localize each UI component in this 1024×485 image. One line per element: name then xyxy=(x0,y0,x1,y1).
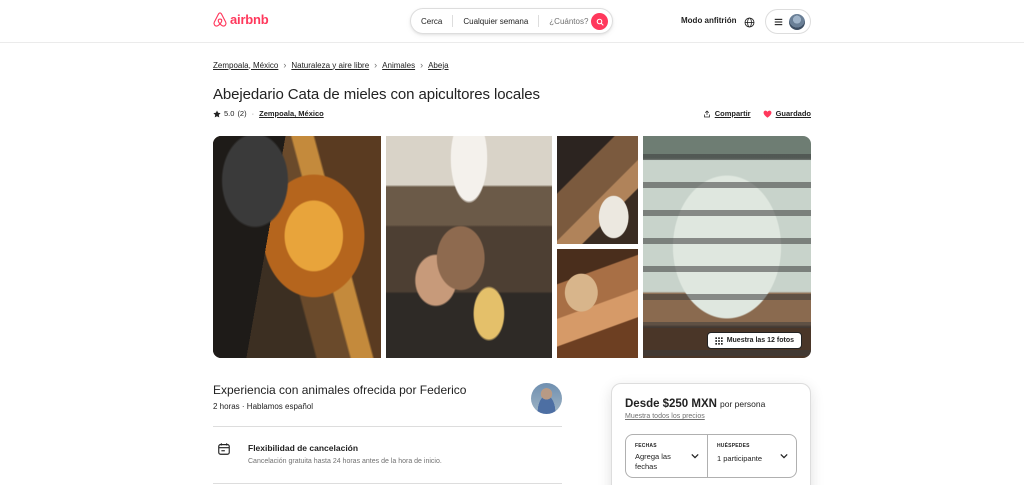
search-dates[interactable]: Cualquier semana xyxy=(453,17,538,26)
logo-text: airbnb xyxy=(230,12,269,27)
price-unit: por persona xyxy=(720,399,766,409)
price-amount: $250 MXN xyxy=(662,398,717,410)
cancellation-title: Flexibilidad de cancelación xyxy=(248,443,359,453)
breadcrumb-item[interactable]: Abeja xyxy=(428,61,448,70)
photo-gallery: Muestra las 12 fotos xyxy=(213,136,811,358)
breadcrumb-item[interactable]: Zempoala, México xyxy=(213,61,278,70)
page-title: Abejedario Cata de mieles con apicultore… xyxy=(213,86,540,103)
globe-icon xyxy=(744,17,755,28)
share-icon xyxy=(703,109,710,117)
chevron-right-icon: › xyxy=(283,60,287,70)
experience-details: 2 horas · Hablamos español xyxy=(213,402,314,411)
section-divider xyxy=(213,483,562,484)
calendar-check-icon xyxy=(217,442,231,461)
search-button[interactable] xyxy=(591,13,608,30)
search-bar[interactable]: Cerca Cualquier semana ¿Cuántos? xyxy=(410,8,613,34)
photo-honey-frame[interactable] xyxy=(557,249,638,358)
price-line: Desde $250 MXN por persona xyxy=(625,398,765,410)
save-label: Guardado xyxy=(775,109,811,118)
photo-tasting-notes[interactable] xyxy=(557,136,638,244)
dates-picker[interactable]: FECHAS Agrega las fechas xyxy=(626,435,707,477)
user-menu-button[interactable] xyxy=(765,9,811,34)
star-icon xyxy=(213,110,221,117)
search-guests[interactable]: ¿Cuántos? xyxy=(539,17,594,26)
breadcrumb-item[interactable]: Naturaleza y aire libre xyxy=(291,61,369,70)
show-all-prices-link[interactable]: Muestra todos los precios xyxy=(625,413,705,420)
show-all-photos-button[interactable]: Muestra las 12 fotos xyxy=(706,332,802,349)
rating-value: 5.0 xyxy=(224,109,235,118)
dates-value: Agrega las fechas xyxy=(635,452,671,471)
chevron-down-icon xyxy=(691,453,699,459)
chevron-down-icon xyxy=(780,453,788,459)
save-button[interactable]: Guardado xyxy=(763,109,811,118)
airbnb-logo-icon xyxy=(213,12,227,27)
booking-picker: FECHAS Agrega las fechas HUÉSPEDES 1 par… xyxy=(625,434,797,478)
share-button[interactable]: Compartir xyxy=(703,109,751,118)
review-count[interactable]: (2) xyxy=(237,109,246,118)
guests-label: HUÉSPEDES xyxy=(717,443,750,449)
section-divider xyxy=(213,426,562,427)
grid-icon xyxy=(715,336,723,345)
heart-icon xyxy=(763,110,772,118)
breadcrumb-item[interactable]: Animales xyxy=(382,61,415,70)
host-avatar[interactable] xyxy=(531,383,562,414)
chevron-right-icon: › xyxy=(374,60,378,70)
location-link[interactable]: Zempoala, México xyxy=(259,109,324,118)
language-button[interactable] xyxy=(744,15,755,33)
listing-meta: 5.0 (2) · Zempoala, México xyxy=(213,109,324,118)
search-location[interactable]: Cerca xyxy=(411,17,452,26)
top-header: airbnb Cerca Cualquier semana ¿Cuántos? … xyxy=(0,0,1024,43)
cancellation-description: Cancelación gratuita hasta 24 horas ante… xyxy=(248,458,442,465)
share-label: Compartir xyxy=(714,109,751,118)
photo-group-tasting[interactable] xyxy=(386,136,552,358)
photo-honeycomb[interactable] xyxy=(213,136,381,358)
host-mode-link[interactable]: Modo anfitrión xyxy=(681,16,737,25)
chevron-right-icon: › xyxy=(420,60,424,70)
guests-value: 1 participante xyxy=(717,454,763,463)
separator-dot: · xyxy=(251,109,255,118)
host-heading: Experiencia con animales ofrecida por Fe… xyxy=(213,383,467,397)
show-all-photos-label: Muestra las 12 fotos xyxy=(726,337,794,344)
menu-icon xyxy=(774,18,783,25)
airbnb-logo[interactable]: airbnb xyxy=(213,12,269,27)
breadcrumb: Zempoala, México › Naturaleza y aire lib… xyxy=(213,60,449,70)
price-prefix: Desde xyxy=(625,398,660,410)
dates-label: FECHAS xyxy=(635,443,657,449)
listing-actions: Compartir Guardado xyxy=(703,109,811,118)
search-icon xyxy=(596,18,604,26)
guests-picker[interactable]: HUÉSPEDES 1 participante xyxy=(707,435,796,477)
booking-card: Desde $250 MXN por persona Muestra todos… xyxy=(611,383,811,485)
photo-tasting-sheet[interactable] xyxy=(643,136,811,358)
user-avatar xyxy=(789,13,805,30)
